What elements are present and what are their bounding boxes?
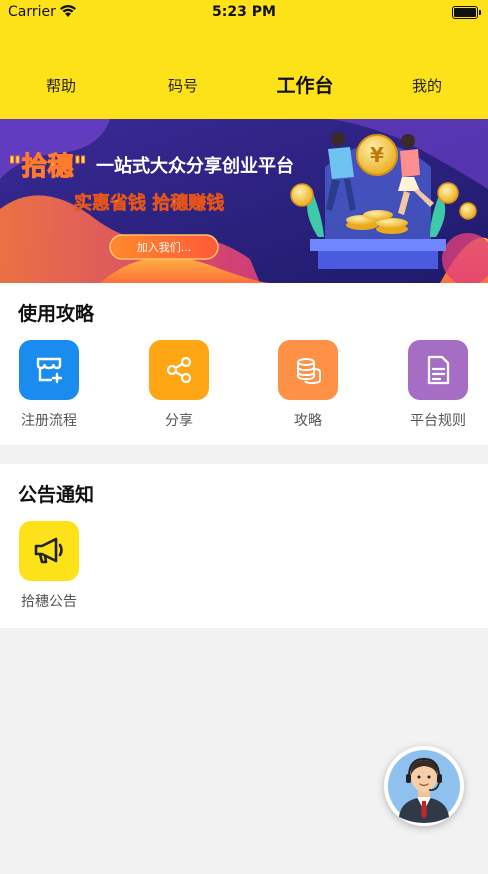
guide-item-register[interactable]: 注册流程 xyxy=(9,340,89,430)
guide-item-label: 分享 xyxy=(165,413,193,429)
coins-stack-icon xyxy=(278,340,338,400)
guide-item-strategy[interactable]: 攻略 xyxy=(268,340,348,430)
customer-service-button[interactable] xyxy=(384,746,464,826)
banner-artwork: ¥ "拾穗" 一站式大众分享创业平台 实惠省钱 拾穗赚钱 加入我们... xyxy=(0,119,488,283)
guide-item-share[interactable]: 分享 xyxy=(139,340,219,430)
guide-item-label: 平台规则 xyxy=(410,413,466,429)
tab-help[interactable]: 帮助 xyxy=(0,62,122,110)
megaphone-icon xyxy=(19,521,79,581)
join-button[interactable]: 加入我们... xyxy=(137,240,192,254)
notice-item-label: 拾穗公告 xyxy=(21,594,77,610)
guide-item-label: 注册流程 xyxy=(21,413,77,429)
top-header: Carrier 5:23 PM 帮助 码号 工作台 我的 xyxy=(0,0,488,119)
notice-title: 公告通知 xyxy=(18,484,95,506)
guide-item-rules[interactable]: 平台规则 xyxy=(398,340,478,430)
coin-symbol: ¥ xyxy=(370,143,384,167)
banner-headline-quote: "拾穗" xyxy=(8,152,87,182)
notice-section: 公告通知 拾穗公告 xyxy=(0,464,488,628)
guide-item-label: 攻略 xyxy=(294,413,322,429)
battery-icon xyxy=(452,6,481,19)
banner-slogan: 实惠省钱 拾穗赚钱 xyxy=(74,192,224,214)
document-icon xyxy=(408,340,468,400)
promo-banner[interactable]: ¥ "拾穗" 一站式大众分享创业平台 实惠省钱 拾穗赚钱 加入我们... xyxy=(0,119,488,283)
store-add-icon xyxy=(19,340,79,400)
status-time: 5:23 PM xyxy=(212,4,276,20)
top-tabs: 帮助 码号 工作台 我的 xyxy=(0,62,488,110)
notice-item-announcement[interactable]: 拾穗公告 xyxy=(9,521,89,611)
tab-mine[interactable]: 我的 xyxy=(366,62,488,110)
guide-section: 使用攻略 注册流程 分享 攻略 平台规则 xyxy=(0,283,488,445)
customer-service-agent-icon xyxy=(388,750,460,823)
status-bar: Carrier 5:23 PM xyxy=(0,0,488,26)
tab-workbench[interactable]: 工作台 xyxy=(244,62,366,110)
share-icon xyxy=(149,340,209,400)
banner-headline: 一站式大众分享创业平台 xyxy=(96,155,294,177)
tab-number[interactable]: 码号 xyxy=(122,62,244,110)
guide-title: 使用攻略 xyxy=(18,303,95,325)
